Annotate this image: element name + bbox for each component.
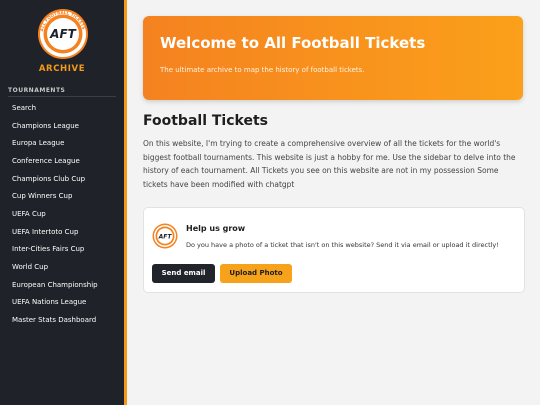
- sidebar-item-uefa-intertoto-cup[interactable]: UEFA Intertoto Cup: [12, 228, 78, 236]
- sidebar-item-world-cup[interactable]: World Cup: [12, 263, 48, 271]
- main-content: Welcome to All Football Tickets The ulti…: [127, 0, 540, 405]
- sidebar-item-master-stats-dashboard[interactable]: Master Stats Dashboard: [12, 316, 96, 324]
- aft-logo-small: AFT: [152, 223, 178, 249]
- sidebar-item-conference-league[interactable]: Conference League: [12, 157, 80, 165]
- sidebar-item-uefa-cup[interactable]: UEFA Cup: [12, 210, 46, 218]
- sidebar-item-cup-winners-cup[interactable]: Cup Winners Cup: [12, 192, 72, 200]
- sidebar-item-inter-cities-fairs-cup[interactable]: Inter-Cities Fairs Cup: [12, 245, 84, 253]
- sidebar-item-europa-league[interactable]: Europa League: [12, 139, 64, 147]
- sidebar-item-search[interactable]: Search: [12, 104, 36, 112]
- logo-text: AFT: [49, 27, 76, 41]
- archive-label: ARCHIVE: [38, 64, 86, 74]
- page-title: Football Tickets: [143, 113, 268, 129]
- sidebar: ALL FOOTBALL TICKETS AFT ARCHIVE TOURNAM…: [0, 0, 127, 405]
- sidebar-item-uefa-nations-league[interactable]: UEFA Nations League: [12, 298, 86, 306]
- intro-text: On this website, I'm trying to create a …: [143, 139, 516, 189]
- send-email-button[interactable]: Send email: [152, 264, 215, 283]
- tournaments-section-title: TOURNAMENTS: [8, 87, 66, 94]
- sidebar-item-european-championship[interactable]: European Championship: [12, 281, 98, 289]
- card-text: Do you have a photo of a ticket that isn…: [186, 241, 499, 249]
- sidebar-item-champions-league[interactable]: Champions League: [12, 122, 79, 130]
- hero-title: Welcome to All Football Tickets: [160, 34, 426, 52]
- aft-logo[interactable]: ALL FOOTBALL TICKETS AFT: [37, 8, 89, 60]
- upload-photo-button[interactable]: Upload Photo: [220, 264, 292, 283]
- welcome-banner: Welcome to All Football Tickets The ulti…: [143, 16, 523, 100]
- card-logo-text: AFT: [158, 233, 173, 240]
- sidebar-item-champions-club-cup[interactable]: Champions Club Cup: [12, 175, 85, 183]
- hero-subtitle: The ultimate archive to map the history …: [160, 66, 365, 74]
- card-title: Help us grow: [186, 224, 246, 233]
- help-us-grow-card: AFT Help us grow Do you have a photo of …: [143, 207, 525, 293]
- sidebar-divider: [8, 96, 116, 97]
